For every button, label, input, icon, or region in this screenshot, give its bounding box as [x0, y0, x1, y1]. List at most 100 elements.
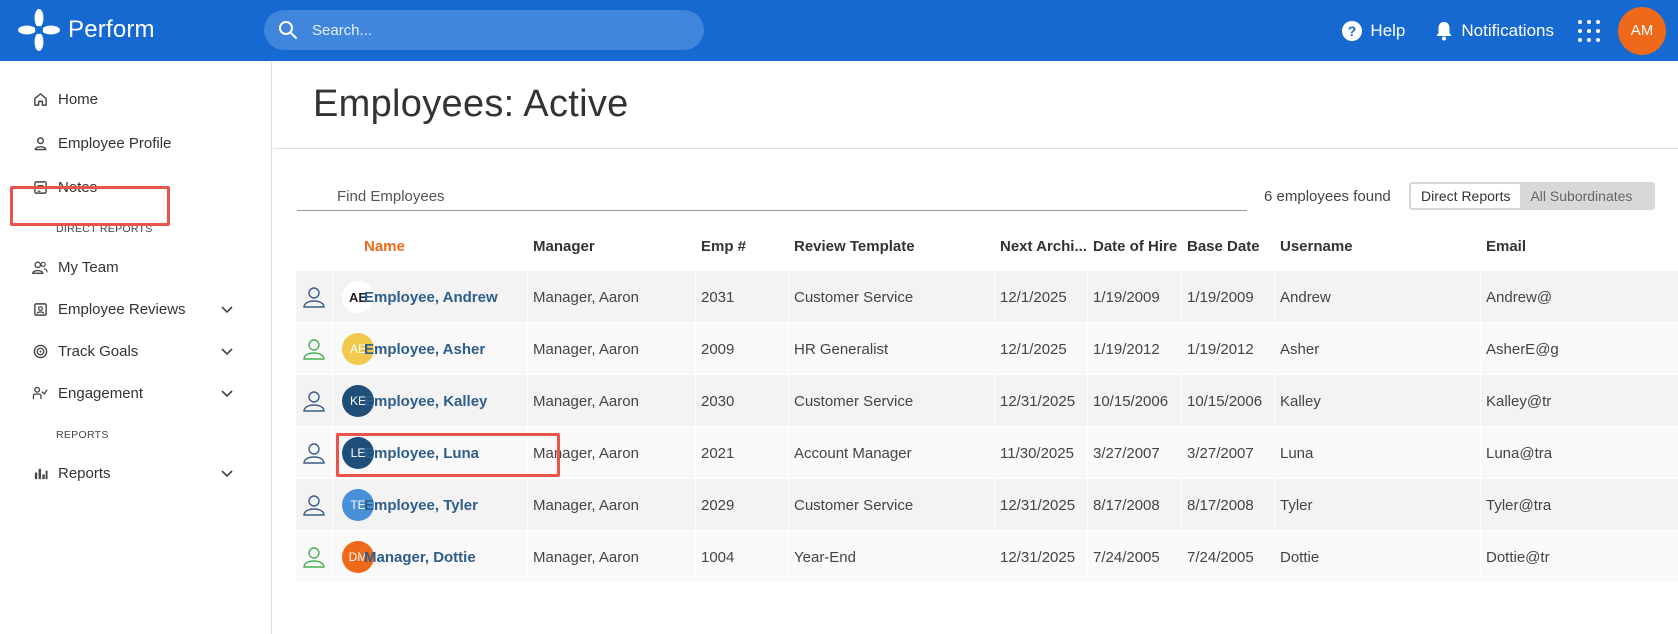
- column-divider: [695, 479, 696, 531]
- column-header-date-of-hire[interactable]: Date of Hire: [1093, 238, 1177, 255]
- column-header-base-date[interactable]: Base Date: [1187, 238, 1260, 255]
- column-divider: [1181, 427, 1182, 479]
- base-date-cell: 1/19/2009: [1187, 288, 1254, 306]
- employees-table: Name Manager Emp # Review Template Next …: [296, 221, 1678, 583]
- manager-cell: Manager, Aaron: [533, 340, 639, 358]
- column-divider: [332, 271, 333, 323]
- employee-name-link[interactable]: Manager, Dottie: [364, 531, 524, 583]
- chevron-down-icon[interactable]: [220, 302, 234, 316]
- chevron-down-icon[interactable]: [220, 344, 234, 358]
- base-date-cell: 8/17/2008: [1187, 496, 1254, 514]
- search-input[interactable]: [312, 21, 692, 39]
- highlight-box-employee-luna: [336, 433, 560, 477]
- notifications-label: Notifications: [1461, 20, 1554, 40]
- column-divider: [1480, 531, 1481, 583]
- next-archive-cell: 12/1/2025: [1000, 288, 1067, 306]
- column-divider: [332, 323, 333, 375]
- column-header-username[interactable]: Username: [1280, 238, 1353, 255]
- column-header-manager[interactable]: Manager: [533, 238, 595, 255]
- column-divider: [994, 323, 995, 375]
- employee-name-link[interactable]: Employee, Kalley: [364, 375, 524, 427]
- top-right-actions: ? Help Notifications AM: [1342, 0, 1678, 61]
- date-of-hire-cell: 10/15/2006: [1093, 392, 1169, 410]
- table-header: Name Manager Emp # Review Template Next …: [296, 221, 1678, 271]
- emp-number-cell: 2031: [701, 288, 735, 306]
- username-cell: Tyler: [1280, 496, 1313, 514]
- manager-cell: Manager, Aaron: [533, 548, 639, 566]
- table-row[interactable]: AE Employee, Asher Manager, Aaron 2009 HR Ge…: [296, 323, 1678, 375]
- column-divider: [527, 323, 528, 375]
- search-bar[interactable]: [264, 10, 704, 50]
- sidebar-item-my-team[interactable]: My Team: [32, 259, 232, 276]
- employee-name-link[interactable]: Employee, Tyler: [364, 479, 524, 531]
- date-of-hire-cell: 3/27/2007: [1093, 444, 1160, 462]
- column-divider: [788, 323, 789, 375]
- sidebar-item-reports[interactable]: Reports: [32, 465, 234, 482]
- date-of-hire-cell: 8/17/2008: [1093, 496, 1160, 514]
- table-row[interactable]: AE Employee, Andrew Manager, Aaron 2031 Cust…: [296, 271, 1678, 323]
- toggle-direct-reports[interactable]: Direct Reports: [1411, 184, 1521, 208]
- column-divider: [994, 479, 995, 531]
- emp-number-cell: 2030: [701, 392, 735, 410]
- table-row[interactable]: DM Manager, Dottie Manager, Aaron 1004 Year-…: [296, 531, 1678, 583]
- sidebar-item-label: Home: [58, 91, 99, 108]
- employee-name-link[interactable]: Employee, Asher: [364, 323, 524, 375]
- column-header-emp-number[interactable]: Emp #: [701, 238, 746, 255]
- column-divider: [1480, 427, 1481, 479]
- next-archive-cell: 12/1/2025: [1000, 340, 1067, 358]
- column-header-next-archive[interactable]: Next Archi...: [1000, 238, 1087, 255]
- column-divider: [527, 375, 528, 427]
- table-row[interactable]: TE Employee, Tyler Manager, Aaron 2029 Custo…: [296, 479, 1678, 531]
- emp-number-cell: 1004: [701, 548, 735, 566]
- employee-status-icon: [303, 391, 325, 412]
- column-header-review-template[interactable]: Review Template: [794, 238, 915, 255]
- top-bar: Perform ? Help Notifications AM: [0, 0, 1678, 61]
- column-divider: [1480, 375, 1481, 427]
- sidebar-item-employee-reviews[interactable]: Employee Reviews: [32, 301, 234, 318]
- employee-count: 6 employees found: [1264, 188, 1391, 205]
- emp-number-cell: 2009: [701, 340, 735, 358]
- sidebar-item-employee-profile[interactable]: Employee Profile: [32, 135, 232, 152]
- column-divider: [994, 427, 995, 479]
- column-divider: [332, 375, 333, 427]
- email-cell: Dottie@tr: [1486, 548, 1550, 566]
- user-avatar[interactable]: AM: [1618, 6, 1666, 55]
- base-date-cell: 3/27/2007: [1187, 444, 1254, 462]
- find-employees-input[interactable]: [337, 188, 1137, 205]
- chevron-down-icon[interactable]: [220, 466, 234, 480]
- column-divider: [527, 271, 528, 323]
- home-icon: [32, 92, 48, 108]
- column-divider: [788, 479, 789, 531]
- manager-cell: Manager, Aaron: [533, 496, 639, 514]
- employee-name-link[interactable]: Employee, Andrew: [364, 271, 524, 323]
- help-button[interactable]: ? Help: [1342, 20, 1405, 41]
- column-divider: [994, 375, 995, 427]
- next-archive-cell: 12/31/2025: [1000, 548, 1076, 566]
- email-cell: AsherE@g: [1486, 340, 1559, 358]
- chevron-down-icon[interactable]: [220, 386, 234, 400]
- sidebar-item-track-goals[interactable]: Track Goals: [32, 343, 234, 360]
- title-divider: [273, 148, 1678, 149]
- table-row[interactable]: KE Employee, Kalley Manager, Aaron 2030 Cust…: [296, 375, 1678, 427]
- notifications-button[interactable]: Notifications: [1435, 21, 1554, 41]
- column-divider: [695, 427, 696, 479]
- brand-logo[interactable]: Perform: [16, 8, 155, 52]
- toggle-all-subordinates[interactable]: All Subordinates: [1520, 184, 1642, 208]
- base-date-cell: 7/24/2005: [1187, 548, 1254, 566]
- reports-icon: [32, 466, 48, 482]
- sidebar-item-home[interactable]: Home: [32, 91, 232, 108]
- find-employees-field[interactable]: [297, 181, 1247, 211]
- bell-icon: [1436, 21, 1452, 40]
- apps-grid-icon[interactable]: [1578, 19, 1600, 42]
- sidebar-item-engagement[interactable]: Engagement: [32, 385, 234, 402]
- team-icon: [32, 260, 48, 276]
- sidebar-item-label: Employee Reviews: [58, 301, 186, 318]
- review-template-cell: Account Manager: [794, 444, 912, 462]
- sidebar-item-label: Employee Profile: [58, 135, 172, 152]
- column-divider: [1181, 375, 1182, 427]
- column-header-email[interactable]: Email: [1486, 238, 1526, 255]
- column-divider: [527, 479, 528, 531]
- column-header-name[interactable]: Name: [364, 238, 405, 255]
- column-divider: [994, 271, 995, 323]
- email-cell: Kalley@tr: [1486, 392, 1552, 410]
